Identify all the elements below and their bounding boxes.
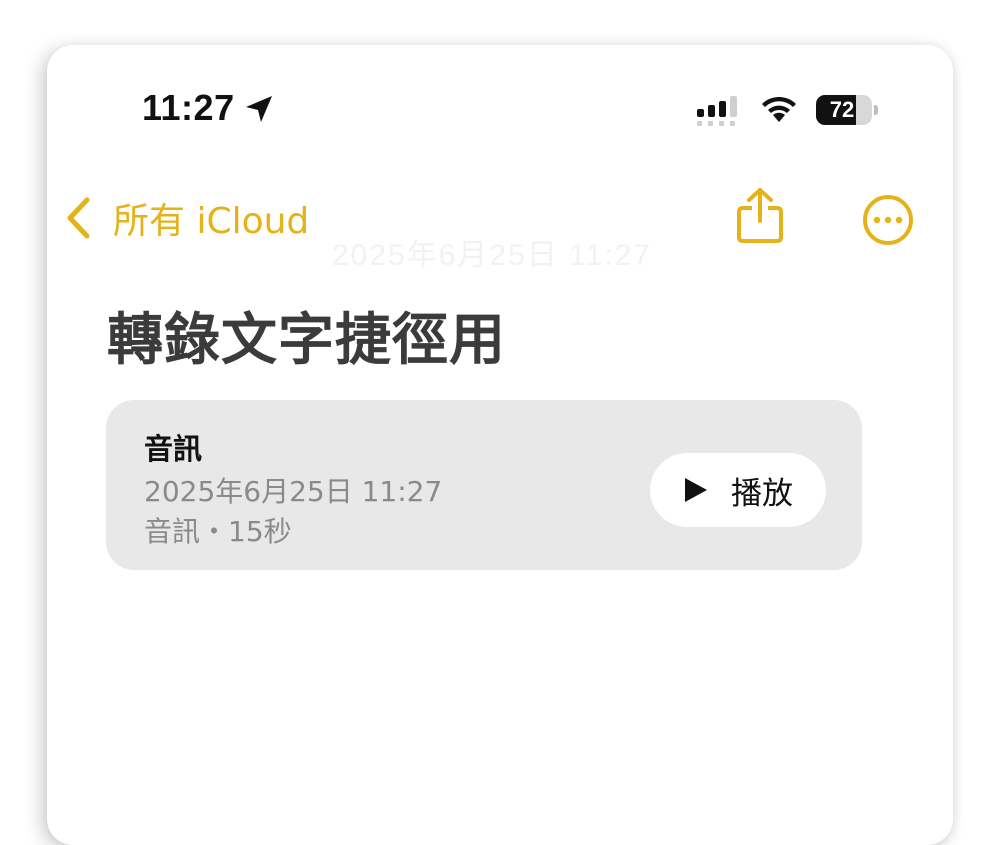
- chevron-left-icon: [67, 197, 90, 239]
- ellipsis-circle-icon[interactable]: [862, 194, 914, 246]
- cellular-signal-icon: [697, 96, 737, 126]
- audio-date: 2025年6月25日 11:27: [144, 475, 443, 508]
- location-arrow-icon: [246, 96, 272, 122]
- battery-level: 72: [829, 97, 855, 122]
- battery-indicator: 72: [816, 95, 880, 125]
- play-label: 播放: [731, 475, 793, 512]
- phone-screen: 11:27 72 所有 iCloud 2025年6月25日 11:27 轉錄文字…: [47, 45, 953, 845]
- play-icon: [685, 478, 707, 502]
- share-icon[interactable]: [735, 187, 785, 245]
- back-button[interactable]: 所有 iCloud: [63, 193, 309, 243]
- audio-attachment-card[interactable]: 音訊 2025年6月25日 11:27 音訊・15秒 播放: [106, 400, 862, 570]
- play-button[interactable]: 播放: [650, 453, 826, 527]
- audio-meta: 音訊・15秒: [144, 515, 292, 548]
- battery-nub: [874, 105, 878, 115]
- ghost-nav-title: 2025年6月25日 11:27: [332, 239, 652, 272]
- back-label: 所有 iCloud: [113, 201, 310, 242]
- battery-body: 72: [816, 95, 872, 125]
- audio-title: 音訊: [144, 432, 203, 466]
- note-title[interactable]: 轉錄文字捷徑用: [107, 295, 506, 376]
- wifi-icon: [762, 96, 796, 122]
- status-time: 11:27: [142, 87, 235, 128]
